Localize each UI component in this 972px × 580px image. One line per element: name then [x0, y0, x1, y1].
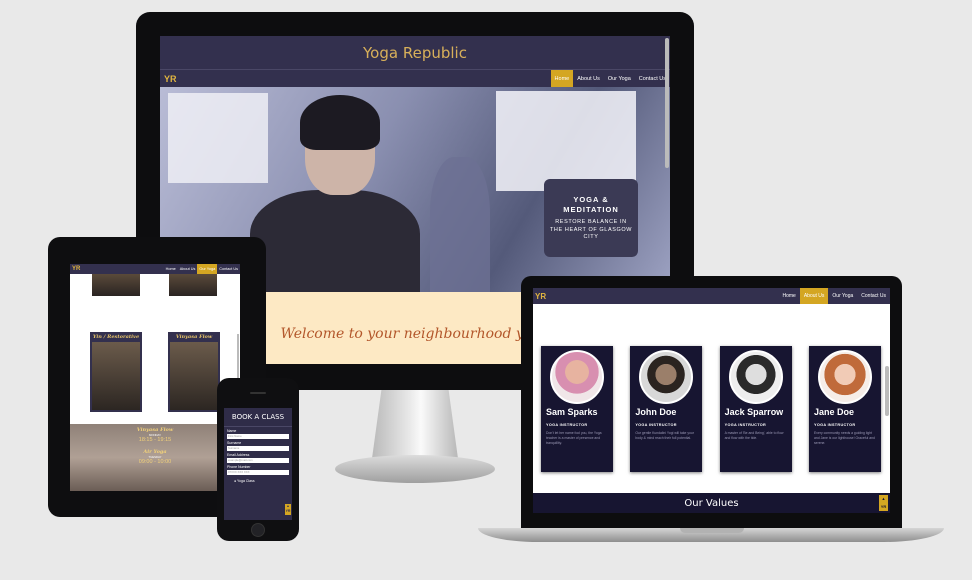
- nav-our-yoga[interactable]: Our Yoga: [604, 70, 635, 87]
- tablet-navbar: YR Home About Us Our Yoga Contact Us: [70, 264, 240, 274]
- back-to-top-button[interactable]: ▲ YR: [285, 504, 291, 515]
- field-label: Surname: [227, 441, 242, 445]
- nav-about-us[interactable]: About Us: [799, 288, 829, 304]
- phone: BOOK A CLASS Name First Name Surname Sur…: [217, 378, 299, 541]
- site-header: Yoga Republic: [160, 36, 670, 69]
- mockup-stage: Yoga Republic YR Home About Us Our Yoga …: [0, 0, 972, 580]
- class-card-yin[interactable]: Yin / Restorative: [90, 332, 142, 412]
- chevron-up-icon: ▲: [881, 496, 886, 501]
- laptop-navbar: YR Home About Us Our Yoga Contact Us: [533, 288, 890, 304]
- desktop-scrollbar[interactable]: [665, 38, 669, 168]
- team-role: YOGA INSTRUCTOR: [635, 423, 677, 428]
- monitor-stand: [371, 390, 459, 460]
- logo[interactable]: YR: [160, 74, 177, 84]
- team-name: Jack Sparrow: [724, 407, 784, 417]
- nav-links: Home About Us Our Yoga Contact Us: [164, 264, 240, 274]
- class-title: Yin / Restorative: [92, 334, 140, 340]
- hero-window-right: [496, 91, 636, 191]
- welcome-heading: Welcome to your neighbourhood yoga: [280, 325, 550, 342]
- team-bio: Every community needs a guiding light an…: [813, 431, 875, 445]
- values-heading: Our Values: [684, 497, 739, 509]
- nav-our-yoga[interactable]: Our Yoga: [197, 264, 218, 274]
- hero-woman-figure: [250, 95, 420, 292]
- team-bio: Our gentle Kundalini Yogi will take your…: [635, 431, 694, 441]
- nav-about-us[interactable]: About Us: [573, 70, 604, 87]
- team-card-john-doe: John Doe YOGA INSTRUCTOR Our gentle Kund…: [630, 346, 703, 472]
- phone-input[interactable]: 07XXX XXX XXX: [227, 470, 289, 475]
- schedule-time: 09:00 - 10:00: [138, 459, 172, 465]
- hero-card-title: YOGA & MEDITATION: [563, 195, 619, 215]
- schedule-section: Vinyasa Flow MONDAY 18:15 - 19:15 Air Yo…: [70, 424, 240, 491]
- avatar: [639, 350, 694, 404]
- avatar: [550, 350, 604, 404]
- class-image: [92, 342, 140, 410]
- class-image: [170, 342, 218, 410]
- nav-contact-us[interactable]: Contact Us: [217, 264, 240, 274]
- class-photo: [92, 274, 140, 296]
- avatar: [728, 350, 783, 404]
- phone-speaker: [250, 392, 266, 394]
- team-card-jane-doe: Jane Doe YOGA INSTRUCTOR Every community…: [808, 346, 881, 472]
- field-label: Phone Number: [227, 465, 251, 469]
- team-name: Sam Sparks: [546, 407, 598, 417]
- team-cards: Sam Sparks YOGA INSTRUCTOR Don't let her…: [541, 346, 881, 472]
- team-card-sam-sparks: Sam Sparks YOGA INSTRUCTOR Don't let her…: [541, 346, 613, 472]
- tablet-screen: YR Home About Us Our Yoga Contact Us Yin…: [70, 264, 240, 491]
- nav-links: Home About Us Our Yoga Contact Us: [550, 70, 670, 87]
- field-label: Email Address: [227, 453, 250, 457]
- laptop-notch: [680, 528, 744, 533]
- team-name: Jane Doe: [813, 407, 855, 417]
- laptop-scrollbar[interactable]: [885, 366, 889, 416]
- email-input[interactable]: example@mail.com: [227, 458, 289, 463]
- class-title: Vinyasa Flow: [175, 334, 213, 340]
- team-role: YOGA INSTRUCTOR: [813, 423, 856, 428]
- avatar: [817, 350, 872, 404]
- team-card-jack-sparrow: Jack Sparrow YOGA INSTRUCTOR A master of…: [719, 346, 792, 472]
- field-label: Name: [227, 429, 237, 433]
- nav-home[interactable]: Home: [164, 264, 178, 274]
- phone-screen: BOOK A CLASS Name First Name Surname Sur…: [224, 408, 292, 520]
- hero-card: YOGA & MEDITATION RESTORE BALANCE IN THE…: [544, 179, 638, 257]
- site-title[interactable]: Yoga Republic: [363, 44, 467, 62]
- logo[interactable]: YR: [533, 292, 546, 301]
- nav-contact-us[interactable]: Contact Us: [857, 288, 890, 304]
- back-to-top-button[interactable]: ▲ YR: [879, 495, 888, 511]
- desktop-navbar: YR Home About Us Our Yoga Contact Us: [160, 69, 670, 87]
- nav-our-yoga[interactable]: Our Yoga: [828, 288, 857, 304]
- nav-home[interactable]: Home: [778, 288, 799, 304]
- name-input[interactable]: First Name: [227, 434, 289, 439]
- phone-home-button[interactable]: [251, 523, 265, 537]
- nav-links: Home About Us Our Yoga Contact Us: [778, 288, 890, 304]
- team-role: YOGA INSTRUCTOR: [724, 423, 767, 428]
- laptop-screen: YR Home About Us Our Yoga Contact Us Sam…: [533, 288, 890, 513]
- laptop: YR Home About Us Our Yoga Contact Us Sam…: [521, 276, 902, 532]
- team-role: YOGA INSTRUCTOR: [546, 423, 588, 428]
- class-photo: [169, 274, 217, 296]
- team-bio: Don't let her name fool you, the Yoga te…: [546, 431, 602, 445]
- nav-home[interactable]: Home: [550, 70, 574, 87]
- team-bio: A master of 'Be and Being', able to flow…: [724, 431, 784, 441]
- yoga-class-checkbox[interactable]: ● Yoga Class: [234, 479, 282, 483]
- form-title: BOOK A CLASS: [224, 408, 292, 427]
- hero-card-subtitle: RESTORE BALANCE IN THE HEART OF GLASGOW …: [549, 219, 633, 240]
- monitor-stand-base: [335, 455, 495, 483]
- nav-about-us[interactable]: About Us: [178, 264, 198, 274]
- logo[interactable]: YR: [70, 266, 80, 272]
- surname-input[interactable]: Surname: [227, 446, 289, 451]
- class-card-vinyasa[interactable]: Vinyasa Flow: [168, 332, 220, 412]
- values-section: Our Values: [533, 493, 890, 513]
- team-name: John Doe: [635, 407, 677, 417]
- hero-background-figure: [430, 157, 490, 292]
